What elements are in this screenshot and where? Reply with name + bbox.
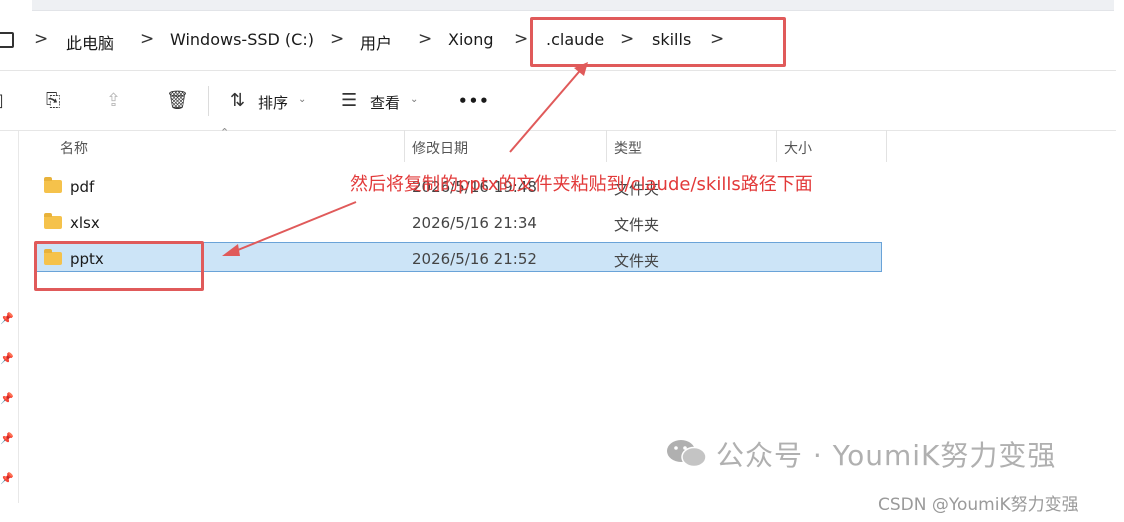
wechat-icon: [667, 440, 707, 468]
csdn-watermark: CSDN @YoumiK努力变强: [878, 495, 1079, 515]
wechat-watermark: 公众号 · YoumiK努力变强: [716, 439, 1057, 472]
arrow-to-path: [509, 65, 585, 153]
arrow-to-folder: [227, 201, 357, 255]
instruction-annotation: 然后将复制的pptx的文件夹粘贴到/claude/skills路径下面: [350, 174, 813, 195]
arrowhead-icon: [222, 244, 240, 256]
